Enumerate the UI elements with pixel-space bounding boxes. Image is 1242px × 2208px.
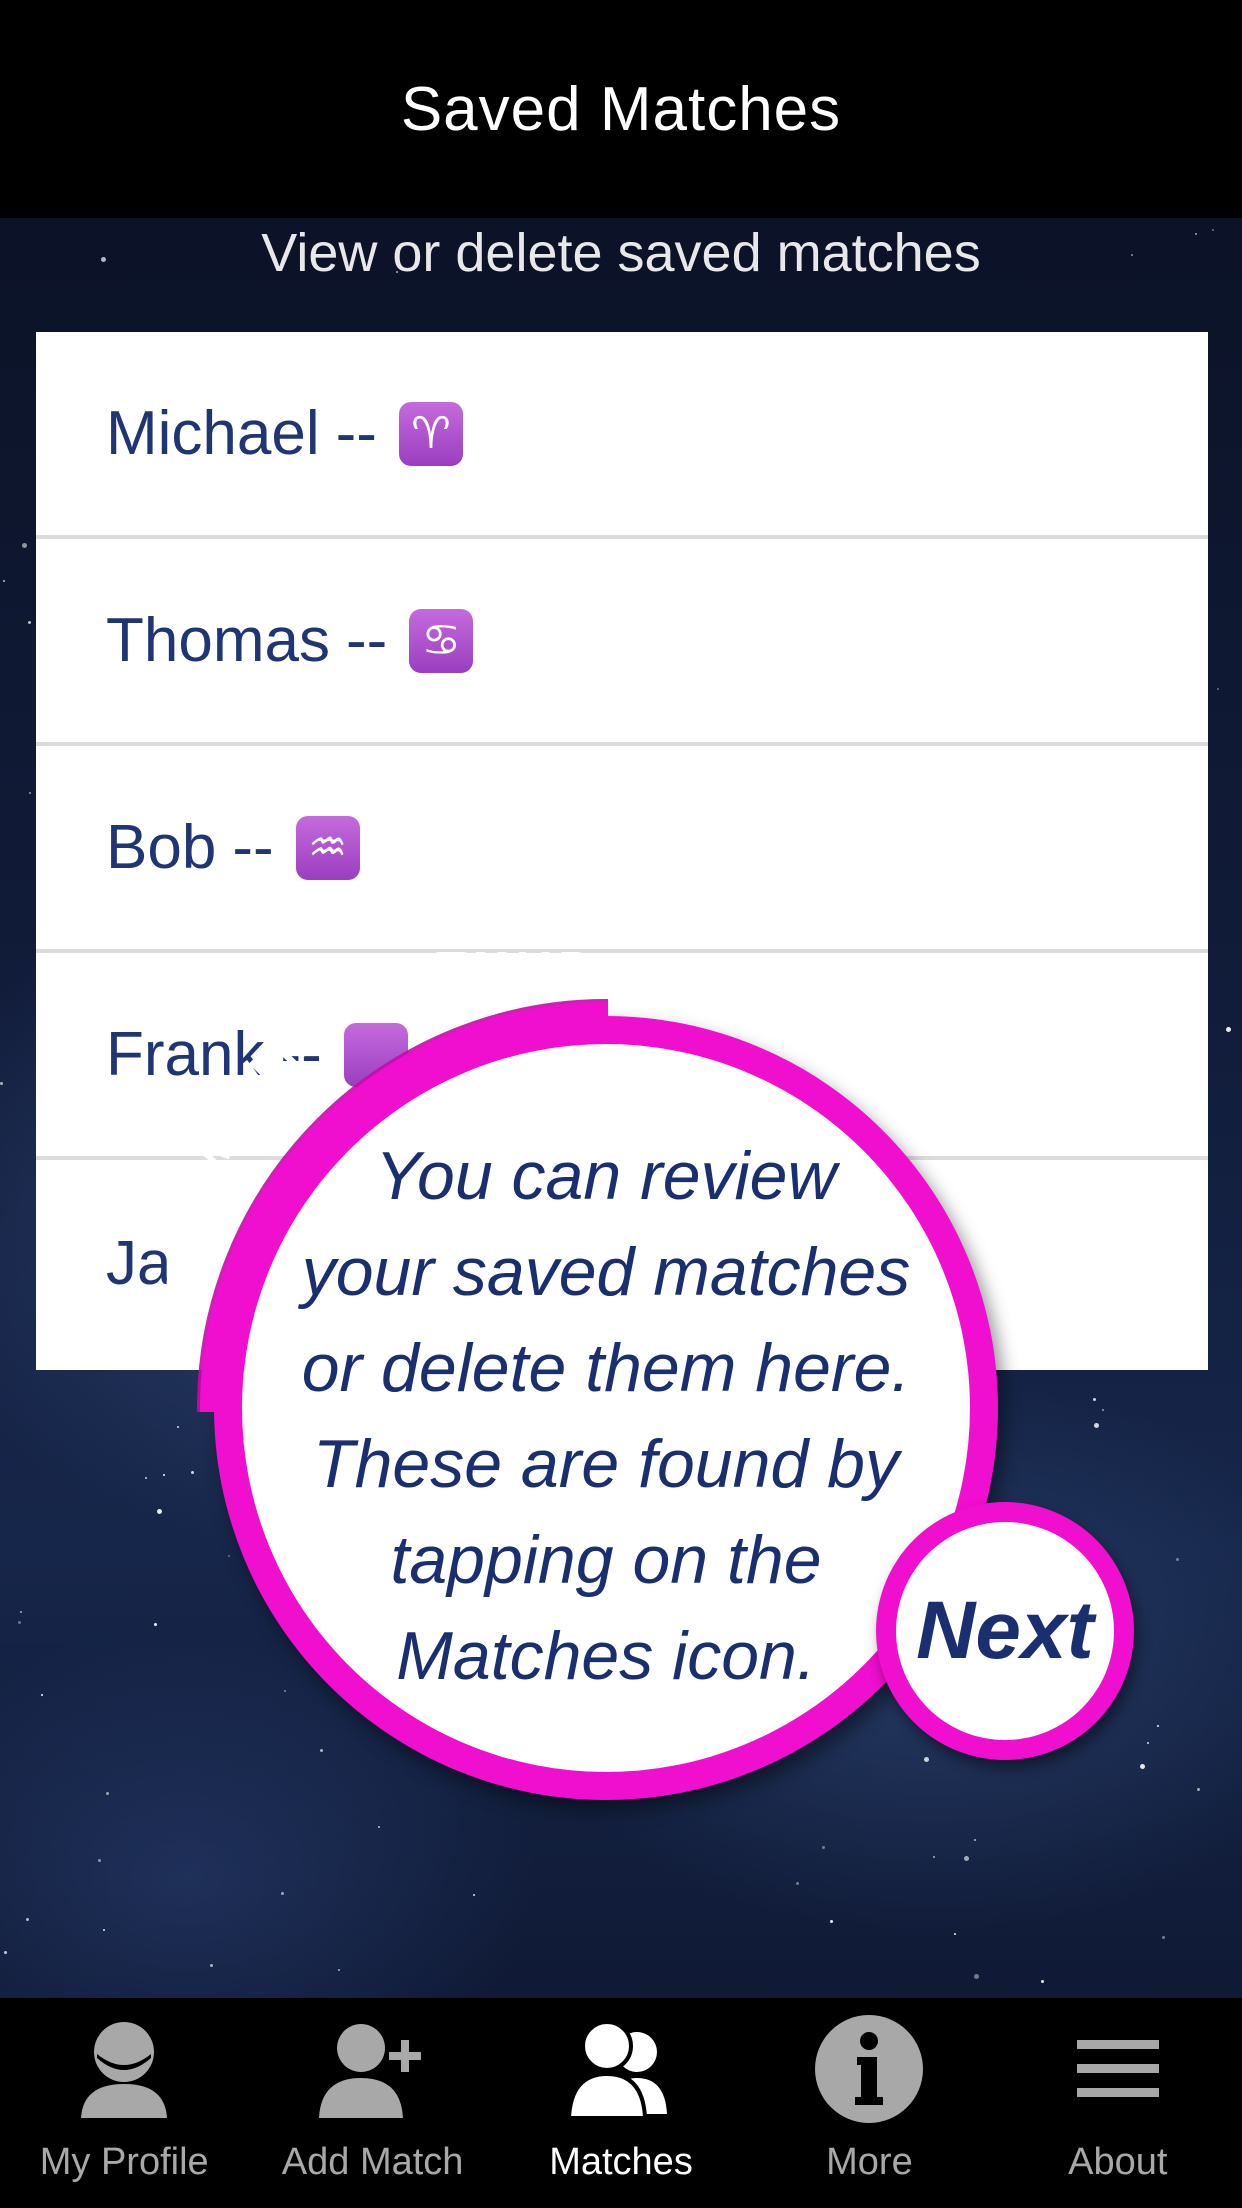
star	[4, 1951, 7, 1954]
match-row-thomas[interactable]: Thomas -- ♋	[36, 539, 1208, 746]
star	[1197, 1788, 1200, 1791]
star	[338, 1969, 340, 1971]
tab-label: More	[826, 2141, 913, 2183]
star	[974, 1974, 979, 1979]
star	[106, 1792, 109, 1795]
tour-line: or delete them here.	[301, 1330, 911, 1406]
star	[41, 1694, 43, 1696]
app-screen: Saved Matches View or delete saved match…	[0, 0, 1242, 2208]
star	[1041, 1980, 1044, 1983]
match-row-bob[interactable]: Bob -- ♒	[36, 746, 1208, 953]
star	[822, 1846, 825, 1849]
star	[3, 580, 5, 582]
tab-matches[interactable]: Matches	[497, 1998, 745, 2208]
aquarius-icon: ♒	[295, 815, 360, 880]
match-separator: --	[345, 606, 388, 675]
add-user-icon	[313, 2009, 433, 2129]
star	[1102, 1409, 1104, 1411]
star	[830, 1920, 833, 1923]
star	[974, 1839, 976, 1841]
menu-icon	[1073, 2009, 1163, 2129]
tab-label: Matches	[549, 2141, 693, 2183]
tour-line: You can review	[375, 1138, 837, 1214]
next-button[interactable]: Next	[896, 1522, 1114, 1740]
star	[924, 1757, 929, 1762]
star	[103, 1929, 105, 1931]
tab-add-match[interactable]: Add Match	[248, 1998, 496, 2208]
match-name: Bob	[106, 813, 217, 882]
profile-icon	[69, 2009, 179, 2129]
users-icon	[561, 2009, 681, 2129]
star	[473, 1894, 475, 1896]
tour-line: tapping on the	[390, 1522, 822, 1598]
star	[28, 621, 31, 624]
tab-about[interactable]: About	[994, 1998, 1242, 2208]
page-title: Saved Matches	[400, 74, 842, 144]
star	[228, 1555, 230, 1557]
tab-label: My Profile	[39, 2141, 209, 2183]
tour-message: You can review your saved matches or del…	[250, 1128, 962, 1704]
star	[796, 1882, 799, 1885]
tab-bar: My Profile Add Match Matches More About	[0, 1998, 1242, 2208]
match-separator: --	[335, 399, 377, 468]
star	[191, 1471, 194, 1474]
star	[1093, 1398, 1096, 1401]
star	[320, 1749, 323, 1752]
match-separator: --	[232, 813, 274, 882]
tour-line: These are found by	[313, 1426, 899, 1502]
star	[18, 1621, 21, 1624]
star	[933, 1856, 935, 1858]
match-name: Thomas	[106, 606, 330, 675]
tour-line: your saved matches	[301, 1234, 911, 1310]
star	[1147, 1742, 1149, 1744]
star	[210, 1964, 213, 1967]
star	[1217, 688, 1219, 690]
star	[145, 1477, 147, 1479]
star	[954, 1933, 956, 1935]
star	[281, 1892, 284, 1895]
tab-my-profile[interactable]: My Profile	[0, 1998, 248, 2208]
cancer-icon: ♋	[409, 608, 474, 673]
match-row-michael[interactable]: Michael -- ♈	[36, 332, 1208, 539]
info-icon	[813, 2009, 925, 2129]
star	[20, 1611, 22, 1613]
star	[1162, 1936, 1165, 1939]
star	[22, 543, 27, 548]
star	[1094, 1423, 1099, 1428]
star	[1157, 1725, 1159, 1727]
aries-icon: ♈	[398, 401, 463, 466]
tour-line: Matches icon.	[396, 1618, 816, 1694]
star	[0, 1082, 3, 1085]
header-bar: Saved Matches	[0, 0, 1242, 218]
star	[1140, 1764, 1145, 1769]
star	[157, 1509, 162, 1514]
star	[964, 1856, 969, 1861]
tab-more[interactable]: More	[745, 1998, 993, 2208]
star	[1226, 1027, 1231, 1032]
tab-label: Add Match	[281, 2141, 464, 2183]
star	[1176, 1558, 1179, 1561]
page-subtitle: View or delete saved matches	[261, 223, 981, 283]
star	[26, 1918, 29, 1921]
star	[177, 1426, 179, 1428]
star	[154, 1623, 157, 1626]
star	[98, 1859, 101, 1862]
star	[163, 1474, 165, 1476]
star	[378, 1826, 380, 1828]
tab-label: About	[1068, 2141, 1168, 2183]
match-name: Michael	[106, 399, 320, 468]
star	[29, 792, 31, 794]
